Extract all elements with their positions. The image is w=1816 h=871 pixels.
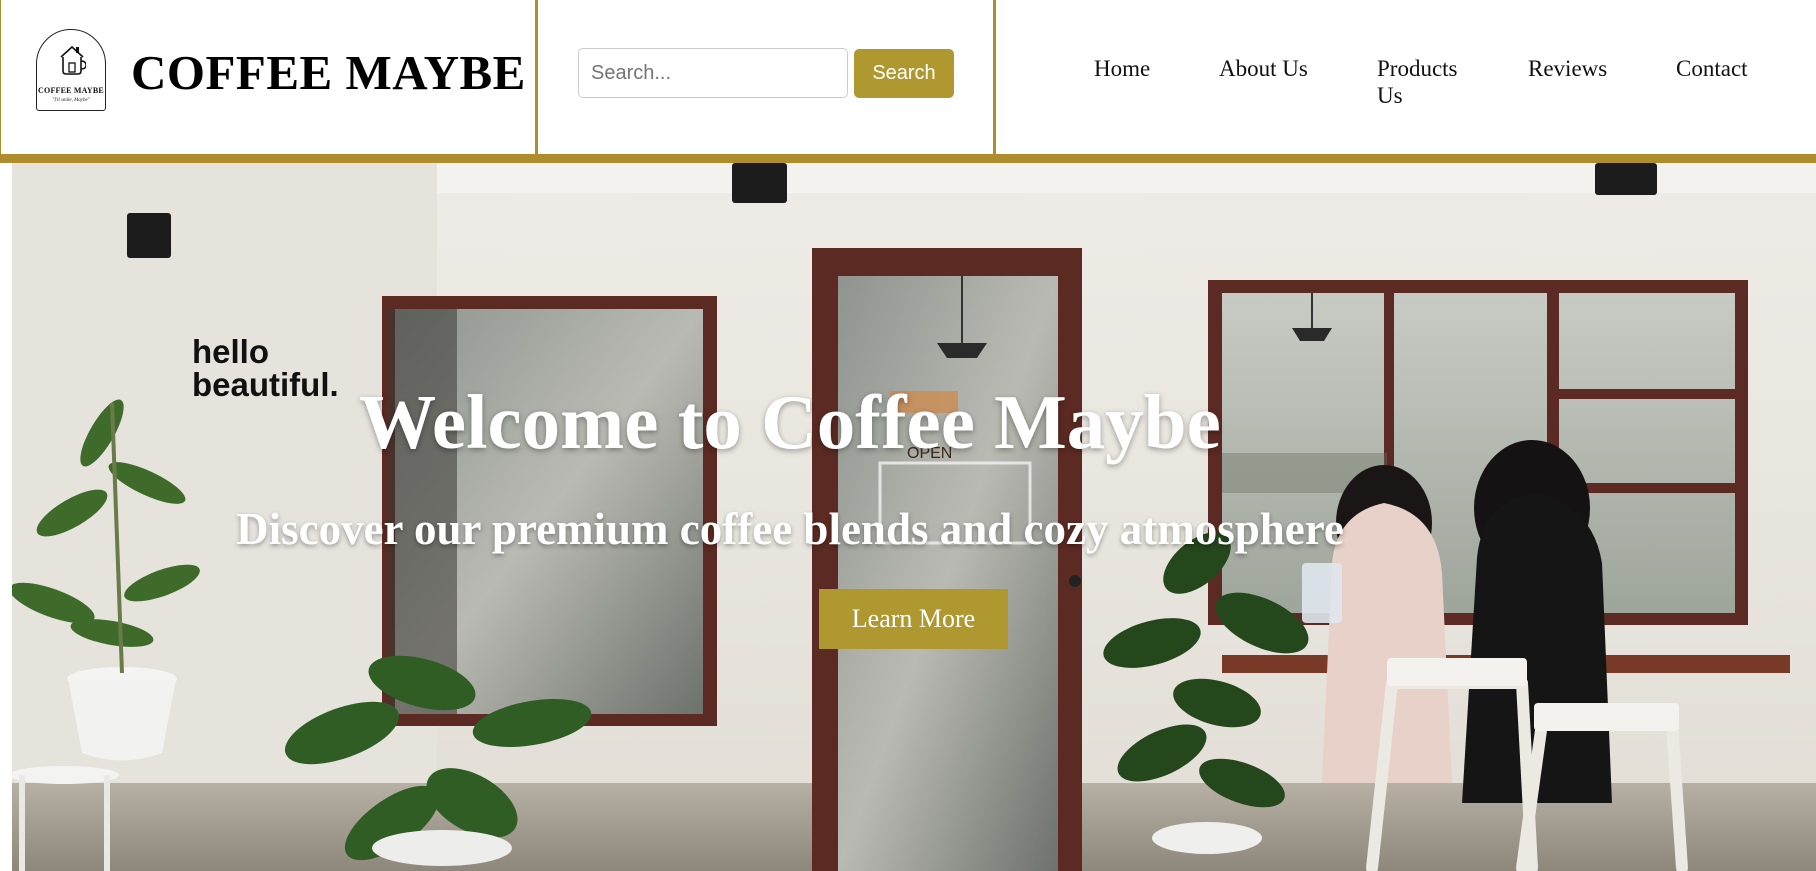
search-input[interactable] (578, 48, 848, 98)
search-button[interactable]: Search (854, 49, 954, 98)
nav-reviews[interactable]: Reviews (1528, 55, 1607, 82)
brand-title: COFFEE MAYBE (131, 45, 526, 100)
hero-title: Welcome to Coffee Maybe (359, 379, 1221, 465)
search-section: Search (538, 0, 996, 154)
nav-home[interactable]: Home (1094, 55, 1150, 82)
nav-contact[interactable]: Contact (1676, 55, 1748, 82)
main-nav: Home About Us Products Us Reviews Contac… (996, 0, 1816, 154)
site-header: COFFEE MAYBE "I'll smile, Maybe" COFFEE … (0, 0, 1816, 163)
nav-products-us[interactable]: Products Us (1377, 55, 1467, 109)
logo-name: COFFEE MAYBE (38, 86, 104, 95)
brand-logo[interactable]: COFFEE MAYBE "I'll smile, Maybe" (36, 29, 106, 111)
logo-tagline: "I'll smile, Maybe" (52, 98, 90, 103)
wall-text-hello: hello (192, 333, 269, 370)
learn-more-button[interactable]: Learn More (819, 589, 1008, 649)
hero-banner: hello beautiful. OPEN Welcome to Coffee … (12, 163, 1816, 871)
hero-subtitle: Discover our premium coffee blends and c… (236, 504, 1344, 554)
cup-house-icon (60, 45, 86, 75)
nav-about-us[interactable]: About Us (1219, 55, 1308, 82)
brand-section: COFFEE MAYBE "I'll smile, Maybe" COFFEE … (1, 0, 538, 154)
